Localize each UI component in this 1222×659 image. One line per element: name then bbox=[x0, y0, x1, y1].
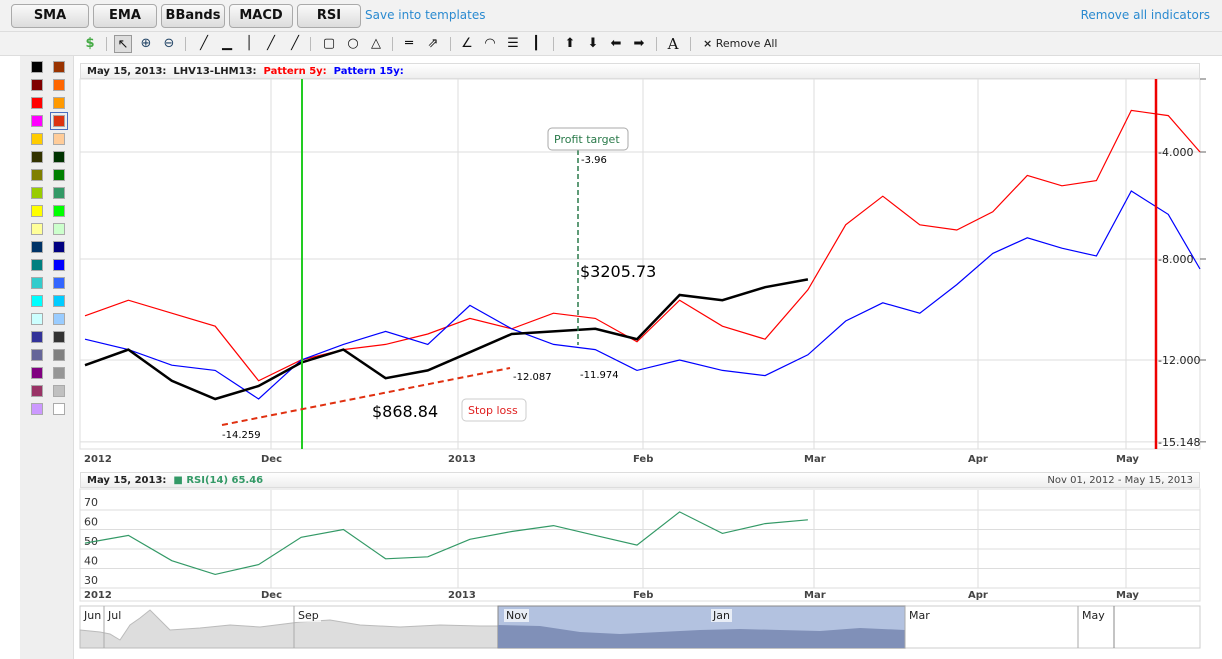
x-tick-label: 2012 bbox=[84, 454, 112, 465]
navigator-label: Nov bbox=[504, 609, 530, 622]
navigator-label: Sep bbox=[296, 609, 321, 622]
x-tick-label: 2013 bbox=[448, 454, 476, 465]
price-chart[interactable]: 2012 2012 Dec Dec 2013 2013 Feb Feb Mar Mar Apr Apr… bbox=[0, 0, 1222, 659]
profit-amount-label: $3205.73 bbox=[580, 262, 656, 281]
rsi-x-tick-label: Feb bbox=[633, 590, 653, 601]
target-value-label: -3.96 bbox=[581, 155, 607, 166]
rsi-x-tick-label: 2012 bbox=[84, 590, 112, 601]
profit-target-label: Profit target bbox=[554, 133, 620, 146]
navigator-label: Mar bbox=[907, 609, 932, 622]
navigator-label: Jan bbox=[711, 609, 732, 622]
stop-loss-label: Stop loss bbox=[468, 404, 518, 417]
navigator-label: Jul bbox=[106, 609, 124, 622]
navigator-label: Jun bbox=[82, 609, 104, 622]
rsi-plot-area bbox=[79, 488, 1201, 602]
y-tick-label: -8.000 bbox=[1158, 253, 1193, 266]
low-value-label: -14.259 bbox=[222, 430, 261, 441]
loss-amount-label: $868.84 bbox=[372, 402, 438, 421]
rsi-header: May 15, 2013: ■ RSI(14) 65.46 Nov 01, 20… bbox=[80, 472, 1200, 488]
entry-value-label: -11.974 bbox=[580, 370, 619, 381]
y-tick-label: -15.148 bbox=[1158, 436, 1200, 449]
trend-end-label: -12.087 bbox=[513, 372, 552, 383]
rsi-x-tick-label: Dec bbox=[261, 590, 282, 601]
rsi-x-tick-label: Apr bbox=[968, 590, 988, 601]
rsi-tick-label: 30 bbox=[84, 574, 98, 587]
rsi-x-tick-label: 2013 bbox=[448, 590, 476, 601]
rsi-legend-square: ■ bbox=[173, 475, 183, 486]
rsi-tick-label: 40 bbox=[84, 555, 98, 568]
y-tick-label: -4.000 bbox=[1158, 146, 1193, 159]
x-tick-label: Feb bbox=[633, 454, 653, 465]
rsi-tick-label: 60 bbox=[84, 516, 98, 529]
rsi-x-tick-label: Mar bbox=[804, 590, 826, 601]
rsi-x-tick-label: May bbox=[1116, 590, 1139, 601]
rsi-value: RSI(14) 65.46 bbox=[186, 475, 264, 486]
rsi-date: May 15, 2013: bbox=[87, 475, 167, 486]
navigator-label: May bbox=[1080, 609, 1107, 622]
rsi-date-range: Nov 01, 2012 - May 15, 2013 bbox=[1047, 475, 1193, 486]
y-tick-label: -12.000 bbox=[1158, 354, 1200, 367]
x-tick-label: Apr bbox=[968, 454, 988, 465]
rsi-tick-label: 70 bbox=[84, 496, 98, 509]
x-tick-label: May bbox=[1116, 454, 1139, 465]
x-tick-label: Dec bbox=[261, 454, 282, 465]
rsi-line bbox=[84, 511, 808, 576]
x-tick-label: Mar bbox=[804, 454, 826, 465]
